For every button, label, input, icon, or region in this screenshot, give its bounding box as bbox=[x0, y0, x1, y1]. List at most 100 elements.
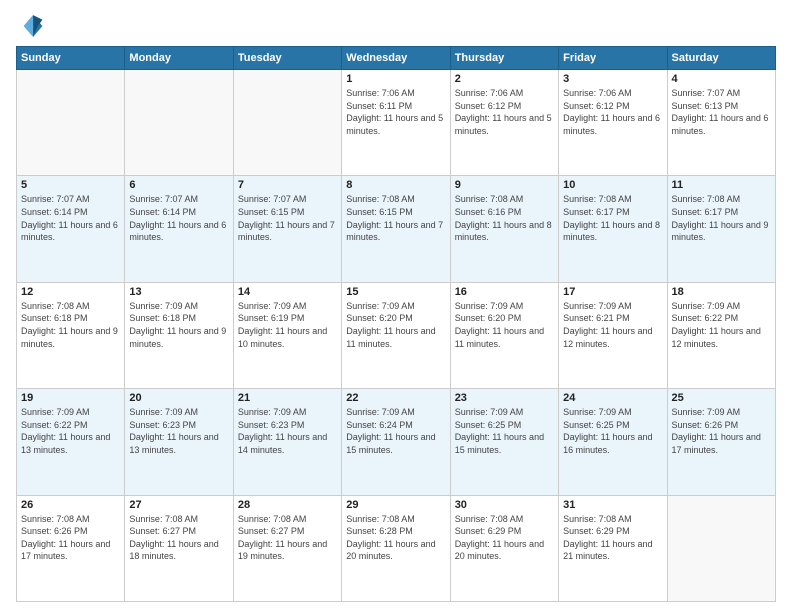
day-info: Sunrise: 7:06 AM Sunset: 6:11 PM Dayligh… bbox=[346, 87, 445, 137]
day-number: 7 bbox=[238, 179, 337, 191]
day-number: 1 bbox=[346, 73, 445, 85]
day-number: 18 bbox=[672, 286, 771, 298]
day-info: Sunrise: 7:09 AM Sunset: 6:20 PM Dayligh… bbox=[455, 300, 554, 350]
day-number: 4 bbox=[672, 73, 771, 85]
day-info: Sunrise: 7:09 AM Sunset: 6:23 PM Dayligh… bbox=[129, 406, 228, 456]
calendar-cell: 9Sunrise: 7:08 AM Sunset: 6:16 PM Daylig… bbox=[450, 176, 558, 282]
calendar-cell: 13Sunrise: 7:09 AM Sunset: 6:18 PM Dayli… bbox=[125, 282, 233, 388]
day-number: 22 bbox=[346, 392, 445, 404]
calendar-table: SundayMondayTuesdayWednesdayThursdayFrid… bbox=[16, 46, 776, 602]
day-info: Sunrise: 7:08 AM Sunset: 6:27 PM Dayligh… bbox=[238, 513, 337, 563]
calendar-cell: 26 Sunrise: 7:08 AM Sunset: 6:26 PM Dayli… bbox=[17, 495, 125, 601]
calendar-cell: 19 Sunrise: 7:09 AM Sunset: 6:22 PM Dayli… bbox=[17, 389, 125, 495]
calendar-cell: 24 Sunrise: 7:09 AM Sunset: 6:25 PM Dayli… bbox=[559, 389, 667, 495]
day-info: Sunrise: 7:09 AM Sunset: 6:24 PM Dayligh… bbox=[346, 406, 445, 456]
calendar-cell: 17 Sunrise: 7:09 AM Sunset: 6:21 PM Dayli… bbox=[559, 282, 667, 388]
calendar-cell: 14Sunrise: 7:09 AM Sunset: 6:19 PM Dayli… bbox=[233, 282, 341, 388]
calendar-cell: 7 Sunrise: 7:07 AM Sunset: 6:15 PM Daylig… bbox=[233, 176, 341, 282]
day-info: Sunrise: 7:08 AM Sunset: 6:27 PM Dayligh… bbox=[129, 513, 228, 563]
day-number: 24 bbox=[563, 392, 662, 404]
day-number: 20 bbox=[129, 392, 228, 404]
calendar-header-thursday: Thursday bbox=[450, 47, 558, 70]
day-info: Sunrise: 7:06 AM Sunset: 6:12 PM Dayligh… bbox=[563, 87, 662, 137]
day-number: 19 bbox=[21, 392, 120, 404]
day-number: 26 bbox=[21, 499, 120, 511]
calendar-cell: 5 Sunrise: 7:07 AM Sunset: 6:14 PM Daylig… bbox=[17, 176, 125, 282]
calendar-cell: 18 Sunrise: 7:09 AM Sunset: 6:22 PM Dayli… bbox=[667, 282, 775, 388]
day-info: Sunrise: 7:07 AM Sunset: 6:14 PM Dayligh… bbox=[21, 193, 120, 243]
calendar-header-row: SundayMondayTuesdayWednesdayThursdayFrid… bbox=[17, 47, 776, 70]
calendar-week-row: 12Sunrise: 7:08 AM Sunset: 6:18 PM Dayli… bbox=[17, 282, 776, 388]
day-number: 3 bbox=[563, 73, 662, 85]
day-info: Sunrise: 7:07 AM Sunset: 6:14 PM Dayligh… bbox=[129, 193, 228, 243]
calendar-cell bbox=[125, 70, 233, 176]
day-info: Sunrise: 7:07 AM Sunset: 6:13 PM Dayligh… bbox=[672, 87, 771, 137]
day-number: 6 bbox=[129, 179, 228, 191]
day-info: Sunrise: 7:09 AM Sunset: 6:26 PM Dayligh… bbox=[672, 406, 771, 456]
day-number: 8 bbox=[346, 179, 445, 191]
calendar-cell: 30 Sunrise: 7:08 AM Sunset: 6:29 PM Dayli… bbox=[450, 495, 558, 601]
day-info: Sunrise: 7:09 AM Sunset: 6:22 PM Dayligh… bbox=[21, 406, 120, 456]
day-info: Sunrise: 7:09 AM Sunset: 6:25 PM Dayligh… bbox=[563, 406, 662, 456]
calendar-cell: 16Sunrise: 7:09 AM Sunset: 6:20 PM Dayli… bbox=[450, 282, 558, 388]
day-number: 2 bbox=[455, 73, 554, 85]
day-number: 27 bbox=[129, 499, 228, 511]
day-info: Sunrise: 7:08 AM Sunset: 6:15 PM Dayligh… bbox=[346, 193, 445, 243]
day-info: Sunrise: 7:08 AM Sunset: 6:17 PM Dayligh… bbox=[563, 193, 662, 243]
day-info: Sunrise: 7:08 AM Sunset: 6:18 PM Dayligh… bbox=[21, 300, 120, 350]
day-number: 10 bbox=[563, 179, 662, 191]
calendar-cell bbox=[233, 70, 341, 176]
calendar-cell: 27 Sunrise: 7:08 AM Sunset: 6:27 PM Dayli… bbox=[125, 495, 233, 601]
calendar-cell: 4 Sunrise: 7:07 AM Sunset: 6:13 PM Daylig… bbox=[667, 70, 775, 176]
calendar-header-tuesday: Tuesday bbox=[233, 47, 341, 70]
day-number: 23 bbox=[455, 392, 554, 404]
calendar-cell: 10 Sunrise: 7:08 AM Sunset: 6:17 PM Dayli… bbox=[559, 176, 667, 282]
calendar-cell: 6 Sunrise: 7:07 AM Sunset: 6:14 PM Daylig… bbox=[125, 176, 233, 282]
day-number: 30 bbox=[455, 499, 554, 511]
day-info: Sunrise: 7:08 AM Sunset: 6:26 PM Dayligh… bbox=[21, 513, 120, 563]
day-info: Sunrise: 7:07 AM Sunset: 6:15 PM Dayligh… bbox=[238, 193, 337, 243]
calendar-cell: 23 Sunrise: 7:09 AM Sunset: 6:25 PM Dayli… bbox=[450, 389, 558, 495]
calendar-cell bbox=[17, 70, 125, 176]
logo bbox=[16, 12, 48, 40]
day-info: Sunrise: 7:09 AM Sunset: 6:23 PM Dayligh… bbox=[238, 406, 337, 456]
calendar-header-friday: Friday bbox=[559, 47, 667, 70]
calendar-cell: 28 Sunrise: 7:08 AM Sunset: 6:27 PM Dayli… bbox=[233, 495, 341, 601]
header bbox=[16, 12, 776, 40]
calendar-cell: 3 Sunrise: 7:06 AM Sunset: 6:12 PM Daylig… bbox=[559, 70, 667, 176]
calendar-header-monday: Monday bbox=[125, 47, 233, 70]
day-info: Sunrise: 7:09 AM Sunset: 6:21 PM Dayligh… bbox=[563, 300, 662, 350]
calendar-week-row: 1 Sunrise: 7:06 AM Sunset: 6:11 PM Daylig… bbox=[17, 70, 776, 176]
calendar-cell: 2 Sunrise: 7:06 AM Sunset: 6:12 PM Daylig… bbox=[450, 70, 558, 176]
calendar-cell: 8 Sunrise: 7:08 AM Sunset: 6:15 PM Daylig… bbox=[342, 176, 450, 282]
calendar-cell: 20 Sunrise: 7:09 AM Sunset: 6:23 PM Dayli… bbox=[125, 389, 233, 495]
calendar-cell: 15Sunrise: 7:09 AM Sunset: 6:20 PM Dayli… bbox=[342, 282, 450, 388]
day-number: 29 bbox=[346, 499, 445, 511]
calendar-cell: 1 Sunrise: 7:06 AM Sunset: 6:11 PM Daylig… bbox=[342, 70, 450, 176]
day-info: Sunrise: 7:08 AM Sunset: 6:28 PM Dayligh… bbox=[346, 513, 445, 563]
day-number: 14 bbox=[238, 286, 337, 298]
day-number: 21 bbox=[238, 392, 337, 404]
day-info: Sunrise: 7:08 AM Sunset: 6:29 PM Dayligh… bbox=[455, 513, 554, 563]
calendar-cell: 22 Sunrise: 7:09 AM Sunset: 6:24 PM Dayli… bbox=[342, 389, 450, 495]
calendar-week-row: 26 Sunrise: 7:08 AM Sunset: 6:26 PM Dayli… bbox=[17, 495, 776, 601]
day-info: Sunrise: 7:08 AM Sunset: 6:16 PM Dayligh… bbox=[455, 193, 554, 243]
day-number: 17 bbox=[563, 286, 662, 298]
calendar-cell: 29 Sunrise: 7:08 AM Sunset: 6:28 PM Dayli… bbox=[342, 495, 450, 601]
calendar-cell: 31 Sunrise: 7:08 AM Sunset: 6:29 PM Dayli… bbox=[559, 495, 667, 601]
day-info: Sunrise: 7:09 AM Sunset: 6:22 PM Dayligh… bbox=[672, 300, 771, 350]
day-info: Sunrise: 7:08 AM Sunset: 6:29 PM Dayligh… bbox=[563, 513, 662, 563]
calendar-header-wednesday: Wednesday bbox=[342, 47, 450, 70]
day-number: 13 bbox=[129, 286, 228, 298]
day-number: 28 bbox=[238, 499, 337, 511]
day-number: 31 bbox=[563, 499, 662, 511]
calendar-cell: 25 Sunrise: 7:09 AM Sunset: 6:26 PM Dayli… bbox=[667, 389, 775, 495]
day-info: Sunrise: 7:09 AM Sunset: 6:25 PM Dayligh… bbox=[455, 406, 554, 456]
day-number: 25 bbox=[672, 392, 771, 404]
calendar-header-saturday: Saturday bbox=[667, 47, 775, 70]
day-info: Sunrise: 7:06 AM Sunset: 6:12 PM Dayligh… bbox=[455, 87, 554, 137]
calendar-cell: 11Sunrise: 7:08 AM Sunset: 6:17 PM Dayli… bbox=[667, 176, 775, 282]
day-number: 5 bbox=[21, 179, 120, 191]
day-info: Sunrise: 7:09 AM Sunset: 6:20 PM Dayligh… bbox=[346, 300, 445, 350]
day-info: Sunrise: 7:08 AM Sunset: 6:17 PM Dayligh… bbox=[672, 193, 771, 243]
